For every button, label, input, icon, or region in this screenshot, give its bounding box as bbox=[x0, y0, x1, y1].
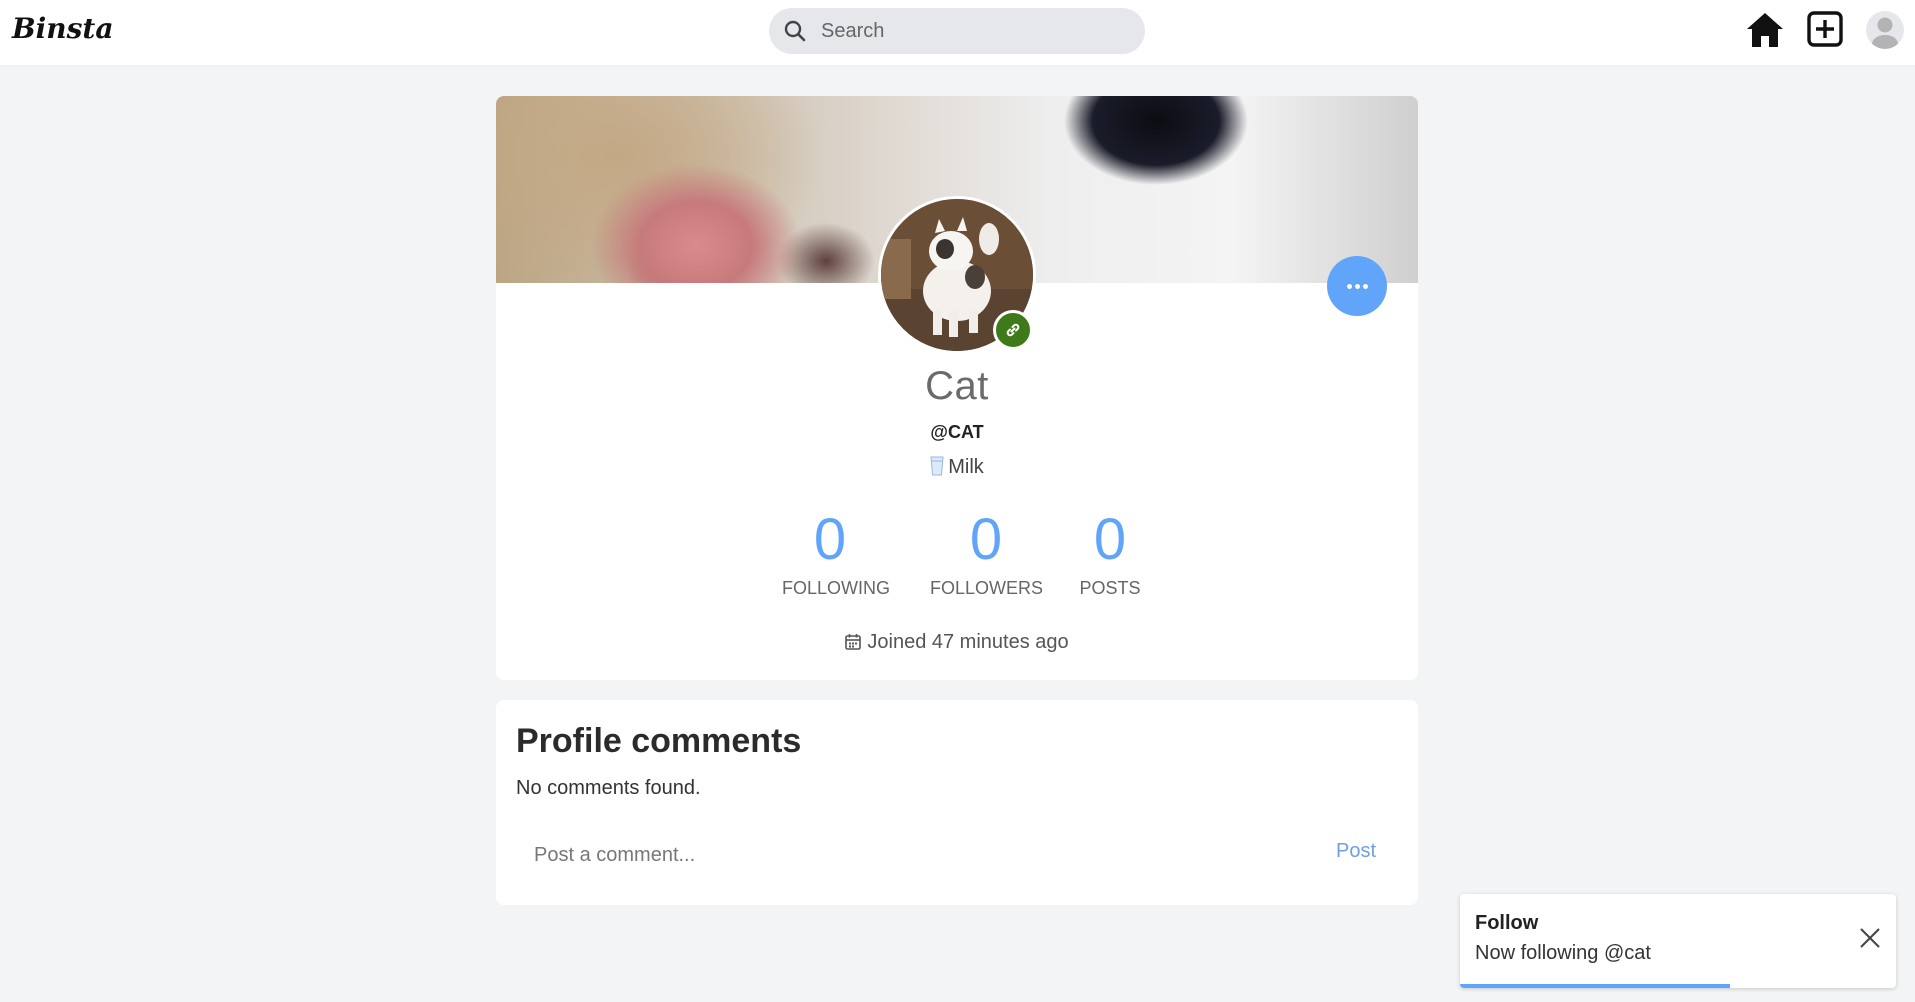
profile-stats: 0 FOLLOWING 0 FOLLOWERS 0 POSTS bbox=[496, 496, 1418, 606]
profile-card: Cat @CAT Milk 0 FOLLOWING 0 FOLLOWERS 0 … bbox=[496, 96, 1418, 680]
posts-count: 0 bbox=[1093, 507, 1127, 572]
more-options-button[interactable] bbox=[1327, 256, 1387, 316]
following-label: FOLLOWING bbox=[782, 578, 891, 598]
avatar-silhouette-icon bbox=[1872, 17, 1898, 49]
followers-count: 0 bbox=[969, 507, 1003, 572]
calendar-icon bbox=[845, 634, 862, 650]
bio-text: Milk bbox=[948, 456, 984, 478]
stat-followers[interactable]: 0 FOLLOWERS bbox=[930, 496, 1044, 599]
comment-input[interactable] bbox=[516, 830, 1316, 880]
display-name: Cat bbox=[925, 364, 989, 408]
user-avatar-icon[interactable] bbox=[1866, 11, 1904, 49]
link-badge[interactable] bbox=[993, 310, 1033, 350]
followers-label: FOLLOWERS bbox=[930, 578, 1044, 598]
milk-glass-icon bbox=[930, 456, 944, 476]
username-handle: @CAT bbox=[930, 422, 984, 442]
no-comments-text: No comments found. bbox=[516, 777, 701, 799]
search-icon bbox=[784, 20, 806, 42]
joined-date: Joined 47 minutes ago bbox=[496, 631, 1418, 654]
close-icon[interactable] bbox=[1858, 926, 1882, 950]
toast-title: Follow bbox=[1475, 912, 1539, 934]
profile-bio: Milk bbox=[496, 456, 1418, 479]
posts-label: POSTS bbox=[1079, 578, 1141, 598]
following-count: 0 bbox=[813, 507, 847, 572]
toast-progress-bar bbox=[1460, 984, 1731, 988]
profile-comments-card: Profile comments No comments found. Post bbox=[496, 700, 1418, 905]
stat-following[interactable]: 0 FOLLOWING bbox=[782, 496, 891, 599]
link-icon bbox=[1006, 323, 1020, 337]
app-logo[interactable]: Binsta bbox=[12, 12, 114, 45]
add-post-icon[interactable] bbox=[1806, 10, 1844, 48]
joined-text: Joined 47 minutes ago bbox=[867, 631, 1069, 653]
post-comment-button[interactable]: Post bbox=[1336, 840, 1376, 863]
search-input[interactable] bbox=[821, 8, 1121, 54]
home-icon[interactable] bbox=[1745, 10, 1785, 50]
top-navbar: Binsta bbox=[0, 0, 1915, 66]
toast-message: Now following @cat bbox=[1475, 942, 1651, 964]
search-bar[interactable] bbox=[769, 8, 1145, 54]
stat-posts[interactable]: 0 POSTS bbox=[1074, 496, 1146, 599]
ellipsis-icon bbox=[1345, 283, 1369, 289]
follow-toast: Follow Now following @cat bbox=[1460, 894, 1896, 988]
comments-heading: Profile comments bbox=[516, 722, 802, 760]
